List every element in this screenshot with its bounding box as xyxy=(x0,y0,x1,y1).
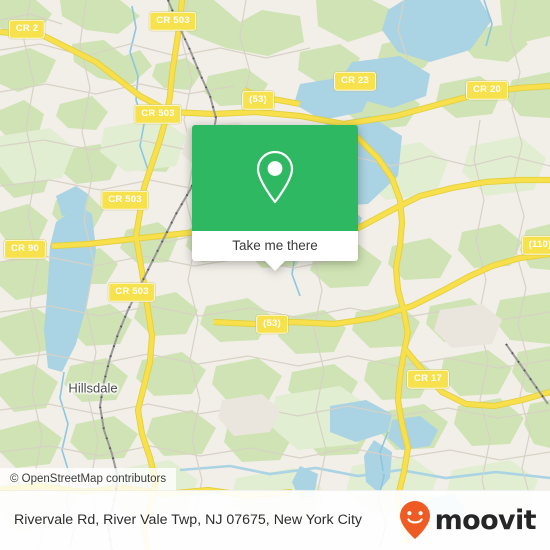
osm-attribution[interactable]: © OpenStreetMap contributors xyxy=(0,468,177,490)
road-shield[interactable]: CR 503 xyxy=(101,190,149,210)
road-shield[interactable]: CR 23 xyxy=(334,71,376,91)
road-shield[interactable]: CR 2 xyxy=(8,19,46,39)
road-shield[interactable]: (110) xyxy=(521,235,550,255)
popup-pointer xyxy=(265,261,285,271)
moovit-brand[interactable]: moovit xyxy=(398,500,537,540)
road-shield[interactable]: CR 90 xyxy=(4,239,46,259)
road-shield[interactable]: CR 17 xyxy=(407,369,449,389)
road-shield[interactable]: CR 503 xyxy=(134,104,182,124)
bottom-bar-divider xyxy=(0,490,550,491)
popup-card-header xyxy=(192,125,358,231)
map-screen: CR 2 CR 503 CR 23 CR 20 (53) CR 503 CR 5… xyxy=(0,0,550,550)
road-shield[interactable]: (53) xyxy=(256,314,288,334)
place-label-hillsdale: Hillsdale xyxy=(68,380,118,396)
road-shield[interactable]: CR 20 xyxy=(466,80,508,100)
moovit-pin-smiley-icon xyxy=(399,501,430,539)
osm-attribution-text: © OpenStreetMap contributors xyxy=(10,473,167,485)
road-shield[interactable]: CR 503 xyxy=(149,11,197,31)
map-pin-icon xyxy=(256,150,294,204)
popup-card-footer[interactable]: Take me there xyxy=(192,231,358,271)
moovit-wordmark: moovit xyxy=(434,504,537,536)
bottom-info-bar: Rivervale Rd, River Vale Twp, NJ 07675, … xyxy=(0,490,550,550)
road-shield[interactable]: CR 503 xyxy=(108,282,156,302)
address-text: Rivervale Rd, River Vale Twp, NJ 07675, … xyxy=(14,511,362,528)
take-me-there-label: Take me there xyxy=(232,238,318,254)
location-popup-card[interactable]: Take me there xyxy=(192,125,358,271)
road-shield[interactable]: (53) xyxy=(242,90,274,110)
